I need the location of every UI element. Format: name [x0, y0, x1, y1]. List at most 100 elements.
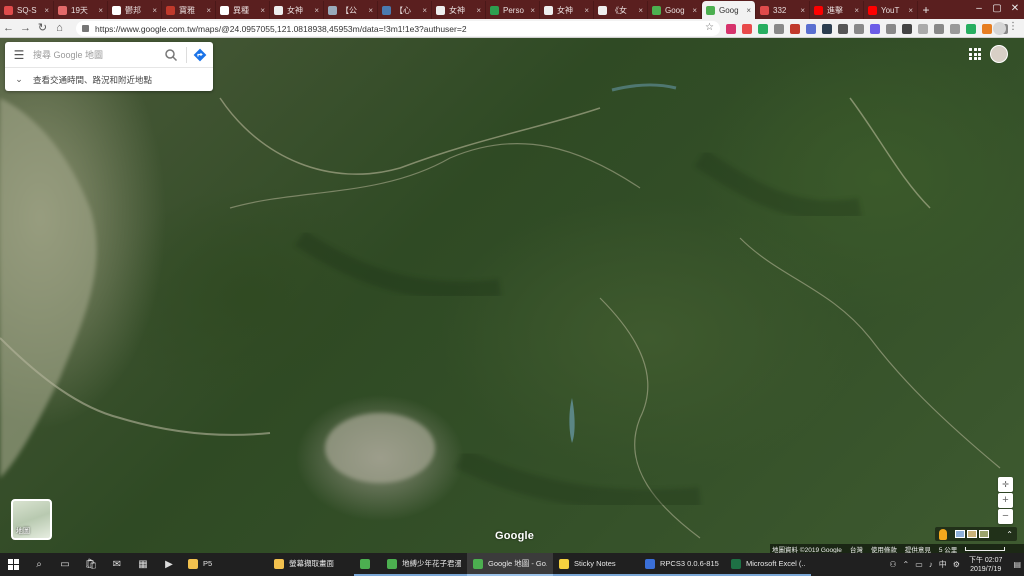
- browser-tab[interactable]: 【公 ×: [324, 1, 378, 19]
- extension-icon[interactable]: [902, 23, 912, 34]
- tab-close-icon[interactable]: ×: [746, 6, 751, 15]
- zoom-out-button[interactable]: −: [998, 509, 1013, 524]
- taskbar-app[interactable]: Sticky Notes: [553, 553, 639, 576]
- people-icon[interactable]: ⚇: [889, 560, 896, 569]
- search-icon[interactable]: ⌕: [26, 553, 52, 576]
- browser-tab[interactable]: Goog ×: [702, 1, 756, 19]
- tab-close-icon[interactable]: ×: [908, 6, 913, 15]
- taskbar-app[interactable]: 螢幕擷取畫面: [268, 553, 354, 576]
- compass-icon[interactable]: ✛: [998, 477, 1013, 492]
- browser-tab[interactable]: 女神 ×: [540, 1, 594, 19]
- volume-icon[interactable]: ♪: [929, 560, 933, 569]
- minimize-icon[interactable]: –: [970, 0, 988, 19]
- tab-close-icon[interactable]: ×: [152, 6, 157, 15]
- satellite-map[interactable]: [0, 38, 1024, 553]
- back-icon[interactable]: ←: [0, 20, 17, 37]
- browser-tab[interactable]: 異種 ×: [216, 1, 270, 19]
- mail-icon[interactable]: ✉: [104, 553, 130, 576]
- tab-close-icon[interactable]: ×: [422, 6, 427, 15]
- forward-icon[interactable]: →: [17, 20, 34, 37]
- task-view-icon[interactable]: ▭: [52, 553, 78, 576]
- google-apps-icon[interactable]: [969, 48, 981, 60]
- maximize-icon[interactable]: ▢: [988, 0, 1006, 19]
- explore-nearby-row[interactable]: ⌄ 查看交通時間、路況和附近地點: [5, 68, 213, 91]
- tab-close-icon[interactable]: ×: [476, 6, 481, 15]
- extension-icon[interactable]: [822, 23, 832, 34]
- browser-tab[interactable]: 332 ×: [756, 1, 810, 19]
- browser-tab[interactable]: 進擊 ×: [810, 1, 864, 19]
- browser-tab[interactable]: 女神 ×: [270, 1, 324, 19]
- tab-close-icon[interactable]: ×: [584, 6, 589, 15]
- search-input[interactable]: [33, 49, 159, 60]
- tab-close-icon[interactable]: ×: [314, 6, 319, 15]
- extension-icon[interactable]: [934, 23, 944, 34]
- layers-toggle[interactable]: 地圖: [11, 499, 52, 540]
- home-icon[interactable]: ⌂: [51, 20, 68, 37]
- directions-icon[interactable]: [193, 48, 207, 62]
- imagery-thumb[interactable]: [979, 530, 989, 538]
- extension-icon[interactable]: [870, 23, 880, 34]
- network-icon[interactable]: ▭: [915, 560, 923, 569]
- tab-close-icon[interactable]: ×: [260, 6, 265, 15]
- browser-tab[interactable]: 【心 ×: [378, 1, 432, 19]
- pegman-icon[interactable]: [939, 528, 947, 540]
- zoom-in-button[interactable]: +: [998, 493, 1013, 508]
- browser-tab[interactable]: Perso ×: [486, 1, 540, 19]
- media-player-icon[interactable]: ▶: [156, 553, 182, 576]
- extension-icon[interactable]: [886, 23, 896, 34]
- browser-tab[interactable]: YouT ×: [864, 1, 918, 19]
- reload-icon[interactable]: ↻: [34, 20, 51, 37]
- browser-tab[interactable]: SQ-S ×: [0, 1, 54, 19]
- expand-icon[interactable]: ⌃: [1006, 530, 1013, 539]
- taskbar-app[interactable]: 地縛少年花子君漫...: [381, 553, 467, 576]
- tab-close-icon[interactable]: ×: [854, 6, 859, 15]
- taskbar-app[interactable]: Microsoft Excel (...: [725, 553, 811, 576]
- extension-icon[interactable]: [742, 23, 752, 34]
- profile-icon[interactable]: [993, 22, 1006, 35]
- tab-close-icon[interactable]: ×: [206, 6, 211, 15]
- extension-icon[interactable]: [806, 23, 816, 34]
- extension-icon[interactable]: [854, 23, 864, 34]
- tab-close-icon[interactable]: ×: [98, 6, 103, 15]
- language-icon[interactable]: 中: [939, 559, 947, 570]
- taskbar-app[interactable]: [354, 553, 381, 576]
- close-icon[interactable]: ✕: [1006, 0, 1024, 19]
- tab-close-icon[interactable]: ×: [692, 6, 697, 15]
- tab-close-icon[interactable]: ×: [530, 6, 535, 15]
- extension-icon[interactable]: [838, 23, 848, 34]
- extension-icon[interactable]: [950, 23, 960, 34]
- taskbar-app[interactable]: Google 地圖 - Go...: [467, 553, 553, 576]
- new-tab-button[interactable]: +: [918, 1, 934, 19]
- notifications-icon[interactable]: ▤: [1013, 560, 1021, 569]
- hamburger-menu-icon[interactable]: ☰: [5, 48, 33, 62]
- extension-icon[interactable]: [790, 23, 800, 34]
- browser-tab[interactable]: 鬱邦 ×: [108, 1, 162, 19]
- windows-start-icon[interactable]: [0, 553, 26, 576]
- tab-close-icon[interactable]: ×: [44, 6, 49, 15]
- menu-icon[interactable]: ⋮: [1008, 21, 1018, 32]
- extension-icon[interactable]: [758, 23, 768, 34]
- store-icon[interactable]: 🛍: [78, 553, 104, 576]
- extension-icon[interactable]: [726, 23, 736, 34]
- browser-tab[interactable]: 19天 ×: [54, 1, 108, 19]
- browser-tab[interactable]: Goog ×: [648, 1, 702, 19]
- extension-icon[interactable]: [774, 23, 784, 34]
- extension-icon[interactable]: [982, 23, 992, 34]
- imagery-thumb[interactable]: [967, 530, 977, 538]
- account-avatar[interactable]: [990, 45, 1008, 63]
- browser-tab[interactable]: 寶雅 ×: [162, 1, 216, 19]
- extension-icon[interactable]: [918, 23, 928, 34]
- search-icon[interactable]: [164, 48, 178, 62]
- extension-icon[interactable]: [966, 23, 976, 34]
- taskbar-app[interactable]: RPCS3 0.0.6-8159...: [639, 553, 725, 576]
- browser-tab[interactable]: 《女 ×: [594, 1, 648, 19]
- browser-tab[interactable]: 女神 ×: [432, 1, 486, 19]
- tab-close-icon[interactable]: ×: [800, 6, 805, 15]
- ime-icon[interactable]: ⚙: [953, 560, 960, 569]
- chevron-up-icon[interactable]: ⌃: [903, 560, 910, 569]
- clock[interactable]: 下午 02:07 2019/7/19: [969, 556, 1002, 574]
- imagery-thumb[interactable]: [955, 530, 965, 538]
- tab-close-icon[interactable]: ×: [638, 6, 643, 15]
- tab-close-icon[interactable]: ×: [368, 6, 373, 15]
- taskbar-app[interactable]: P5: [182, 553, 268, 576]
